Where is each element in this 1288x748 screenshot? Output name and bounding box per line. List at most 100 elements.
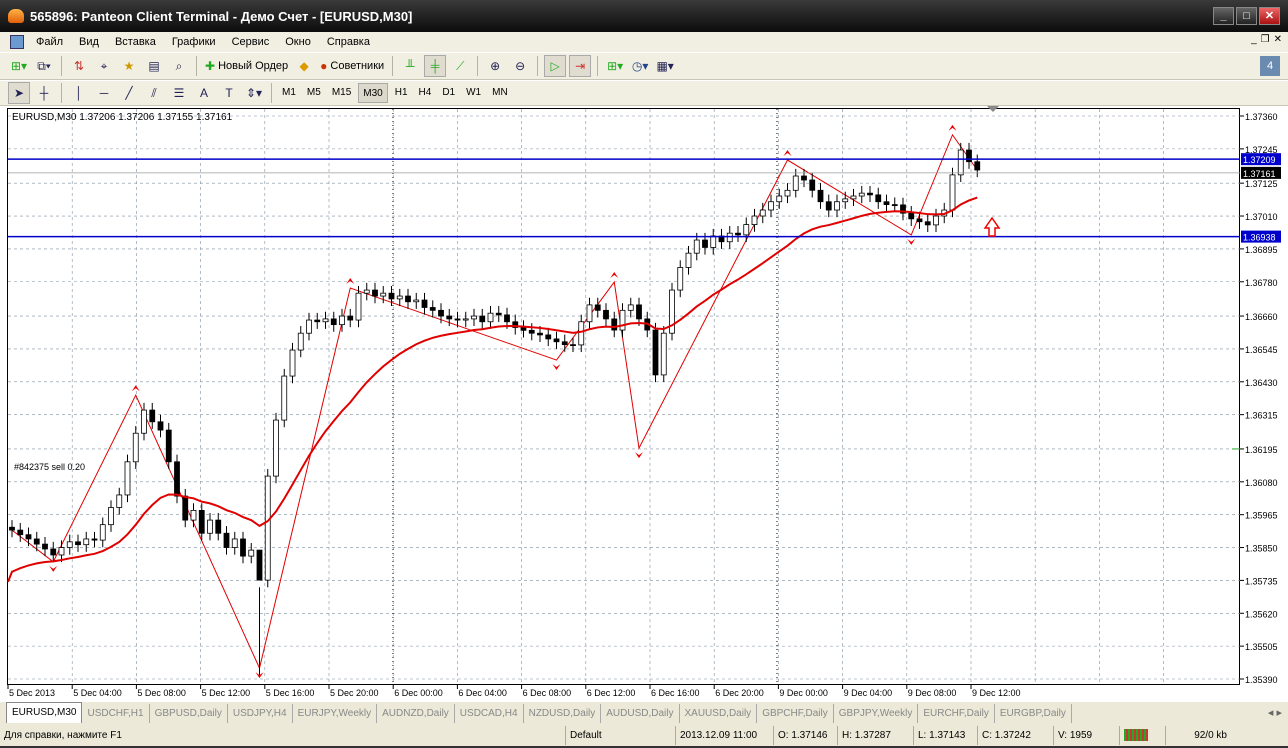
candle — [165, 422, 172, 469]
strategy-tester-icon[interactable]: ⌕ — [168, 55, 190, 77]
minimize-button[interactable]: _ — [1213, 7, 1234, 25]
candle-body — [487, 312, 494, 323]
chart-tab[interactable]: EURGBP,Daily — [995, 704, 1072, 723]
menu-view[interactable]: Вид — [71, 36, 107, 48]
candle-body — [974, 161, 981, 171]
chart-tab[interactable]: USDJPY,H4 — [228, 704, 293, 723]
menu-charts[interactable]: Графики — [164, 36, 224, 48]
autoscroll-icon[interactable]: ▷ — [544, 55, 567, 77]
equidistant-channel-icon[interactable]: ⫽ — [143, 82, 165, 104]
tf-m15[interactable]: M15 — [328, 83, 355, 103]
candle-body — [850, 195, 857, 200]
price-label: 1.36545 — [1245, 345, 1278, 355]
vertical-line-icon[interactable]: │ — [68, 82, 90, 104]
tf-mn[interactable]: MN — [488, 83, 512, 103]
expert-advisors-button[interactable]: ● Советники — [318, 55, 386, 77]
menu-insert[interactable]: Вставка — [107, 36, 164, 48]
indicators-icon[interactable]: ⊞▾ — [604, 55, 626, 77]
candlestick-icon[interactable]: ╪ — [424, 55, 447, 77]
notification-icon[interactable]: 4 — [1260, 56, 1280, 76]
close-button[interactable]: ✕ — [1259, 7, 1280, 25]
chart-tab[interactable]: USDCHF,H1 — [82, 704, 150, 723]
price-label: 1.37125 — [1245, 179, 1278, 189]
tab-scroll-arrows-icon[interactable]: ◂ ▸ — [1262, 704, 1288, 723]
crosshair-icon[interactable]: ┼ — [33, 82, 55, 104]
menu-window[interactable]: Окно — [277, 36, 319, 48]
chart-tab[interactable]: EURJPY,Weekly — [293, 704, 378, 723]
mdi-minimize-icon[interactable]: _ — [1251, 34, 1257, 45]
tf-m1[interactable]: M1 — [278, 83, 300, 103]
level-price-label: 1.36938 — [1243, 233, 1276, 243]
price-label: 1.35850 — [1245, 544, 1278, 554]
tf-d1[interactable]: D1 — [438, 83, 459, 103]
trendline-icon[interactable]: ╱ — [118, 82, 140, 104]
candle-body — [504, 314, 510, 323]
alert-icon[interactable]: ◆ — [293, 55, 315, 77]
zoom-in-icon[interactable]: ⊕ — [484, 55, 506, 77]
price-label: 1.36080 — [1245, 478, 1278, 488]
tf-m5[interactable]: M5 — [303, 83, 325, 103]
horizontal-line-icon[interactable]: ─ — [93, 82, 115, 104]
candle-body — [75, 541, 81, 546]
chart-tab[interactable]: USDCAD,H4 — [455, 704, 524, 723]
text-icon[interactable]: A — [193, 82, 215, 104]
line-chart-icon[interactable]: ⟋ — [449, 55, 471, 77]
mdi-restore-icon[interactable]: ❐ — [1261, 34, 1270, 45]
cursor-icon[interactable]: ➤ — [8, 82, 30, 104]
profiles-icon[interactable]: ⧉▾ — [33, 55, 55, 77]
terminal-icon[interactable]: ▤ — [143, 55, 165, 77]
menu-tools[interactable]: Сервис — [224, 36, 278, 48]
tf-m30[interactable]: M30 — [358, 83, 388, 103]
new-chart-icon[interactable]: ⊞▾ — [8, 55, 30, 77]
periods-icon[interactable]: ◷▾ — [629, 55, 651, 77]
time-label: 9 Dec 12:00 — [972, 688, 1021, 698]
level-price-label: 1.37209 — [1243, 155, 1276, 165]
menu-help[interactable]: Справка — [319, 36, 378, 48]
market-watch-icon[interactable]: ⇅ — [68, 55, 90, 77]
candle-body — [528, 329, 535, 334]
tf-h4[interactable]: H4 — [415, 83, 436, 103]
navigator-icon[interactable]: ★ — [118, 55, 140, 77]
tf-w1[interactable]: W1 — [462, 83, 485, 103]
drawing-toolbar: ➤ ┼ │ ─ ╱ ⫽ ☰ A T ⇕▾ M1 M5 M15 M30 H1 H4… — [0, 80, 1288, 106]
chart-tab[interactable]: XAUUSD,Daily — [680, 704, 758, 723]
price-chart[interactable]: 1.37209 1.36938 1.37161 1.37360 1.37245 1.371… — [0, 106, 1288, 702]
price-label: 1.35390 — [1245, 675, 1278, 685]
tf-h1[interactable]: H1 — [391, 83, 412, 103]
chart-tab[interactable]: EURCHF,Daily — [918, 704, 995, 723]
candle-body — [784, 189, 791, 197]
bar-chart-icon[interactable]: ╨ — [399, 55, 421, 77]
price-label: 1.35965 — [1245, 511, 1278, 521]
data-window-icon[interactable]: ⌖ — [93, 55, 115, 77]
chart-tab[interactable]: GBPCHF,Daily — [757, 704, 834, 723]
chart-tab[interactable]: NZDUSD,Daily — [524, 704, 602, 723]
candle-body — [355, 292, 362, 321]
chart-window-icon[interactable] — [10, 35, 24, 49]
candle-body — [421, 299, 428, 308]
candle-body — [182, 495, 189, 521]
text-label-icon[interactable]: T — [218, 82, 240, 104]
candle-body — [702, 239, 708, 248]
chart-tab[interactable]: AUDNZD,Daily — [377, 704, 455, 723]
zoom-out-icon[interactable]: ⊖ — [509, 55, 531, 77]
candle-body — [388, 292, 395, 300]
maximize-button[interactable]: □ — [1236, 7, 1257, 25]
chart-tab[interactable]: EURUSD,M30 — [6, 702, 83, 723]
candle-body — [50, 548, 57, 556]
candle-body — [330, 318, 337, 326]
chart-tab[interactable]: GBPUSD,Daily — [150, 704, 228, 723]
arrows-icon[interactable]: ⇕▾ — [243, 82, 265, 104]
fibonacci-icon[interactable]: ☰ — [168, 82, 190, 104]
mdi-close-icon[interactable]: ✕ — [1274, 34, 1282, 45]
chart-tab[interactable]: GBPJPY,Weekly — [834, 704, 919, 723]
templates-icon[interactable]: ▦▾ — [654, 55, 676, 77]
candle-body — [454, 318, 461, 321]
candle-body — [825, 201, 832, 211]
chart-tab[interactable]: AUDUSD,Daily — [601, 704, 680, 723]
new-order-button[interactable]: ✚ Новый Ордер — [203, 55, 290, 77]
menu-file[interactable]: Файл — [28, 36, 71, 48]
chart-window[interactable]: 1.37209 1.36938 1.37161 1.37360 1.37245 1.371… — [0, 106, 1288, 702]
time-label: 5 Dec 20:00 — [330, 688, 379, 698]
candle-body — [207, 519, 213, 534]
chart-shift-icon[interactable]: ⇥ — [569, 55, 592, 77]
